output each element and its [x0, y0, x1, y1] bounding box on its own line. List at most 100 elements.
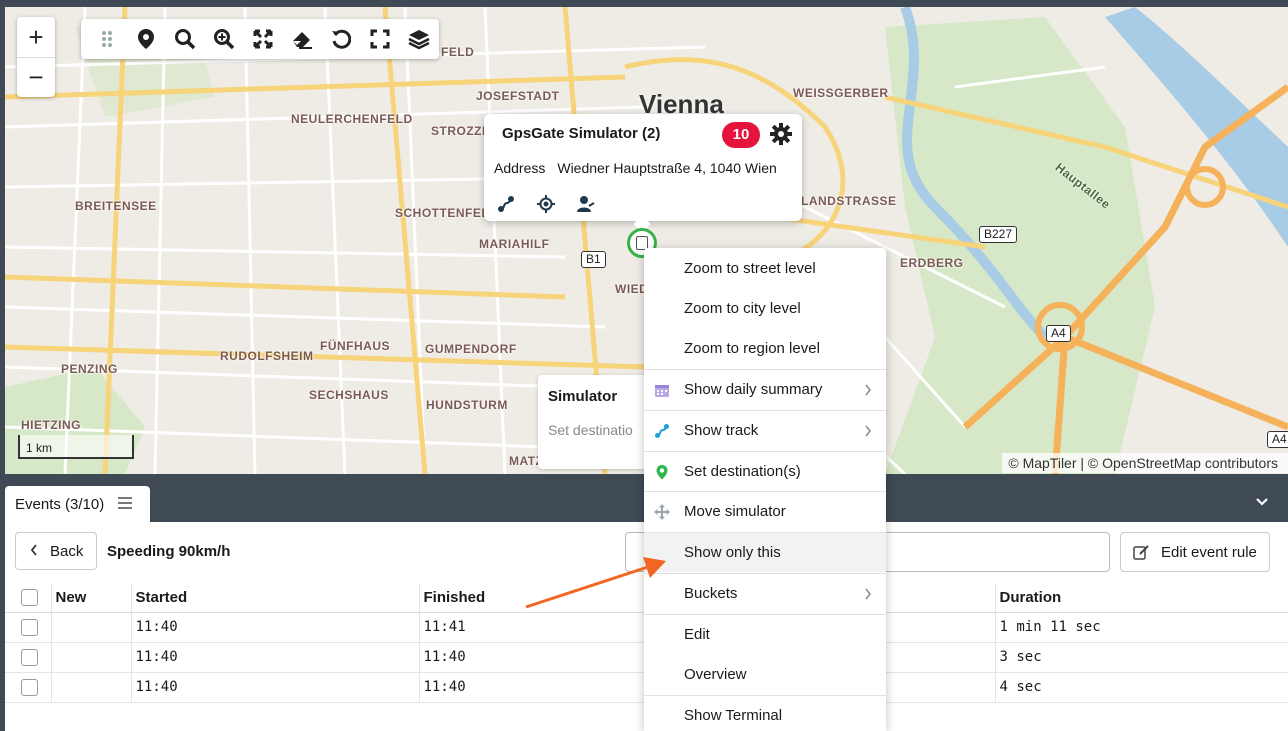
popup-title: GpsGate Simulator (2): [502, 125, 661, 142]
zoom-in-icon[interactable]: [204, 19, 243, 59]
menu-item-show-track[interactable]: Show track: [644, 410, 886, 450]
refresh-icon[interactable]: [322, 19, 361, 59]
column-header-started[interactable]: Started: [130, 584, 419, 613]
route-icon[interactable]: [494, 192, 518, 216]
road-shield: A4: [1046, 325, 1071, 342]
chevron-right-icon: [865, 425, 871, 437]
cell-started: 11:40: [130, 642, 419, 673]
menu-item-show-terminal[interactable]: Show Terminal: [644, 695, 886, 731]
road-shield: B227: [979, 226, 1018, 243]
chevron-right-icon: [865, 588, 871, 600]
map-toolbar: [81, 19, 439, 59]
district-label: FELD: [441, 45, 475, 59]
district-label: JOSEFSTADT: [476, 89, 560, 103]
cell-started: 11:40: [130, 672, 419, 703]
district-label: SCHOTTENFELD: [395, 206, 499, 220]
menu-item-label: Show daily summary: [684, 381, 823, 398]
hamburger-menu-icon[interactable]: [118, 496, 133, 513]
fullscreen-icon[interactable]: [361, 19, 400, 59]
cell-duration: 1 min 11 sec: [994, 612, 1288, 643]
event-count-badge[interactable]: 10: [722, 122, 760, 148]
menu-item-label: Zoom to city level: [684, 299, 801, 317]
cell-new: [50, 612, 131, 643]
eraser-icon[interactable]: [283, 19, 322, 59]
back-button[interactable]: Back: [15, 532, 97, 570]
cell-new: [50, 642, 131, 673]
address-row: Address Wiedner Hauptstraße 4, 1040 Wien: [494, 160, 777, 176]
address-label: Address: [494, 160, 546, 176]
popup-actions: [494, 192, 598, 216]
map-attribution[interactable]: © MapTiler | © OpenStreetMap contributor…: [1002, 453, 1288, 473]
menu-item-label: Zoom to street level: [684, 259, 816, 277]
menu-item-buckets[interactable]: Buckets: [644, 573, 886, 613]
district-label: STROZZI: [431, 124, 486, 138]
menu-item-zoom-street[interactable]: Zoom to street level: [644, 248, 886, 288]
menu-item-label: Show only this: [684, 544, 781, 561]
simulator-card: Simulator Set destinatio: [538, 375, 658, 469]
menu-item-show-only-this[interactable]: Show only this: [644, 532, 886, 572]
menu-item-zoom-region[interactable]: Zoom to region level: [644, 328, 886, 368]
events-tab[interactable]: Events (3/10): [5, 486, 150, 522]
zoom-controls: + −: [17, 17, 55, 97]
cell-duration: 3 sec: [994, 642, 1288, 673]
cell-duration: 4 sec: [994, 672, 1288, 703]
menu-item-label: Zoom to region level: [684, 339, 820, 357]
column-header-new[interactable]: New: [50, 584, 131, 613]
menu-item-label: Set destination(s): [684, 463, 801, 480]
district-label: WEISSGERBER: [793, 86, 889, 100]
row-checkbox[interactable]: [21, 648, 38, 666]
menu-item-zoom-city[interactable]: Zoom to city level: [644, 288, 886, 328]
district-label: HIETZING: [21, 418, 81, 432]
edit-event-rule-button[interactable]: Edit event rule: [1120, 532, 1270, 572]
event-title: Speeding 90km/h: [107, 543, 231, 560]
row-checkbox[interactable]: [21, 618, 38, 636]
column-header-duration[interactable]: Duration: [994, 584, 1288, 613]
pin-icon: [656, 465, 668, 480]
select-all-checkbox[interactable]: [21, 589, 38, 607]
chevron-down-icon[interactable]: [1254, 494, 1270, 510]
location-pin-icon[interactable]: [126, 19, 165, 59]
layers-icon[interactable]: [400, 19, 439, 59]
district-label: GUMPENDORF: [425, 342, 517, 356]
district-label: RUDOLFSHEIM: [220, 349, 314, 363]
menu-item-label: Overview: [684, 665, 747, 683]
district-label: BREITENSEE: [75, 199, 157, 213]
edit-event-rule-label: Edit event rule: [1161, 543, 1257, 561]
assign-user-icon[interactable]: [574, 192, 598, 216]
chevron-right-icon: [865, 384, 871, 396]
district-label: HUNDSTURM: [426, 398, 508, 412]
simulator-card-subtitle: Set destinatio: [548, 422, 633, 438]
gear-icon[interactable]: [769, 122, 793, 146]
road-shield: A4: [1267, 431, 1288, 448]
zoom-in-button[interactable]: +: [17, 17, 55, 57]
search-icon[interactable]: [165, 19, 204, 59]
menu-item-daily-summary[interactable]: Show daily summary: [644, 369, 886, 409]
fit-extent-icon[interactable]: [243, 19, 282, 59]
context-menu: Zoom to street level Zoom to city level …: [644, 248, 886, 731]
menu-item-move-simulator[interactable]: Move simulator: [644, 491, 886, 531]
district-label: ERDBERG: [900, 256, 964, 270]
drag-handle-icon[interactable]: [87, 19, 126, 59]
simulator-card-title: Simulator: [548, 388, 618, 405]
road-shield: B1: [581, 251, 606, 268]
menu-item-set-destination[interactable]: Set destination(s): [644, 451, 886, 491]
chevron-left-icon: [30, 543, 38, 560]
menu-item-label: Buckets: [684, 585, 738, 602]
district-label: NEULERCHENFELD: [291, 112, 413, 126]
calendar-icon: [655, 385, 669, 397]
edit-icon: [1133, 545, 1149, 560]
locate-icon[interactable]: [534, 192, 558, 216]
menu-item-label: Show track: [684, 422, 759, 439]
row-checkbox[interactable]: [21, 678, 38, 696]
zoom-out-button[interactable]: −: [17, 57, 55, 97]
menu-item-label: Edit: [684, 626, 710, 643]
district-label: MARIAHILF: [479, 237, 550, 251]
district-label: FÜNFHAUS: [320, 339, 390, 353]
menu-item-overview[interactable]: Overview: [644, 654, 886, 694]
track-icon: [655, 424, 669, 438]
menu-item-label: Move simulator: [684, 503, 786, 520]
menu-item-edit[interactable]: Edit: [644, 614, 886, 654]
scale-bar: 1 km: [18, 435, 134, 459]
district-label: PENZING: [61, 362, 118, 376]
vehicle-popup: GpsGate Simulator (2) 10 Address Wiedner …: [484, 114, 802, 233]
